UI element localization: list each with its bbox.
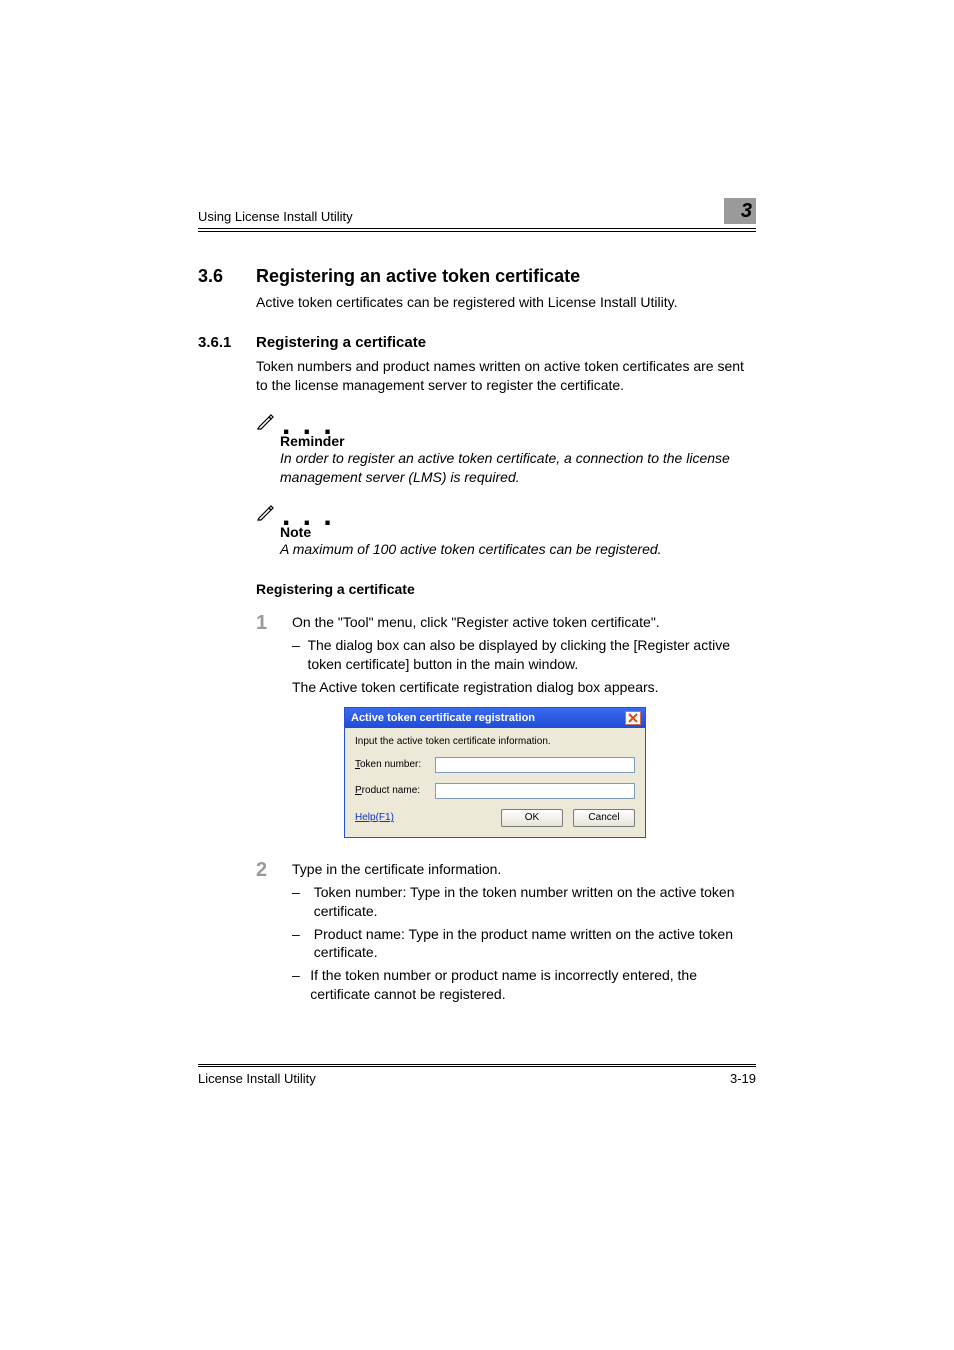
- step-number: 1: [256, 613, 292, 697]
- footer-product: License Install Utility: [198, 1071, 316, 1086]
- procedure-title: Registering a certificate: [256, 581, 756, 597]
- ellipsis-icon: . . .: [282, 510, 334, 522]
- product-name-label: Product name:: [355, 785, 435, 796]
- step-subitem: Token number: Type in the token number w…: [314, 883, 756, 921]
- note-callout: . . . Note A maximum of 100 active token…: [256, 502, 756, 559]
- step-subitem: If the token number or product name is i…: [310, 966, 756, 1004]
- dialog-title: Active token certificate registration: [351, 712, 535, 724]
- step-number: 2: [256, 860, 292, 1004]
- footer-page: 3-19: [730, 1071, 756, 1086]
- token-number-input[interactable]: [435, 757, 635, 773]
- dash-icon: –: [292, 925, 314, 963]
- product-name-input[interactable]: [435, 783, 635, 799]
- reminder-label: Reminder: [280, 433, 756, 449]
- pencil-icon: [256, 502, 276, 522]
- step-subitem: The dialog box can also be displayed by …: [307, 636, 756, 674]
- ok-button[interactable]: OK: [501, 809, 563, 827]
- chapter-badge: 3: [724, 198, 756, 224]
- step-text: Type in the certificate information.: [292, 860, 756, 879]
- section-title: Registering an active token certificate: [256, 266, 580, 287]
- dialog-prompt: Input the active token certificate infor…: [355, 736, 635, 747]
- dialog-titlebar[interactable]: Active token certificate registration: [345, 708, 645, 728]
- subsection-number: 3.6.1: [198, 334, 256, 351]
- dash-icon: –: [292, 966, 310, 1004]
- dialog: Active token certificate registration In…: [344, 707, 646, 838]
- step-after: The Active token certificate registratio…: [292, 678, 756, 697]
- step-subitem: Product name: Type in the product name w…: [314, 925, 756, 963]
- dash-icon: –: [292, 883, 314, 921]
- token-number-label: Token number:: [355, 759, 435, 770]
- note-body: A maximum of 100 active token certificat…: [280, 540, 756, 559]
- section-number: 3.6: [198, 266, 256, 287]
- subsection-title: Registering a certificate: [256, 334, 426, 351]
- ellipsis-icon: . . .: [282, 419, 334, 431]
- close-icon: [628, 713, 638, 723]
- help-link[interactable]: Help(F1): [355, 812, 394, 823]
- cancel-button[interactable]: Cancel: [573, 809, 635, 827]
- pencil-icon: [256, 411, 276, 431]
- close-button[interactable]: [625, 711, 641, 725]
- reminder-callout: . . . Reminder In order to register an a…: [256, 411, 756, 487]
- reminder-body: In order to register an active token cer…: [280, 449, 756, 487]
- subsection-intro: Token numbers and product names written …: [256, 357, 756, 395]
- step-text: On the "Tool" menu, click "Register acti…: [292, 613, 756, 632]
- breadcrumb: Using License Install Utility: [198, 203, 353, 224]
- note-label: Note: [280, 524, 756, 540]
- section-intro: Active token certificates can be registe…: [256, 293, 756, 312]
- dash-icon: –: [292, 636, 307, 674]
